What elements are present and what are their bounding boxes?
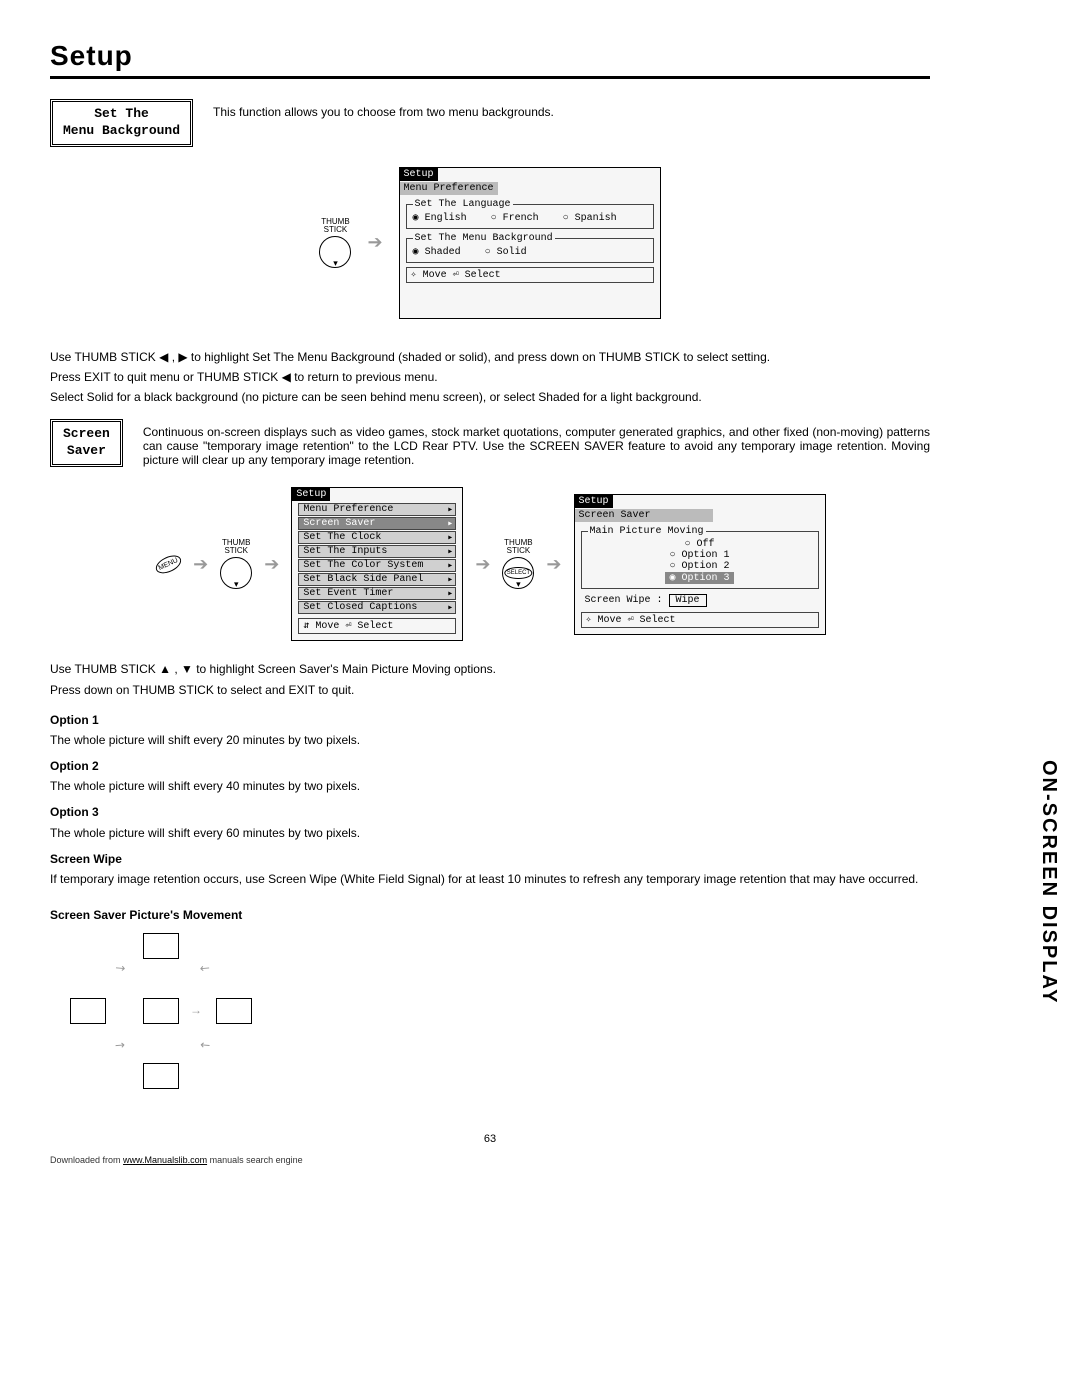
osd-hint: ✧ Move ⏎ Select	[406, 267, 654, 283]
menu-item: Menu Preference▸	[298, 503, 456, 516]
section-label-menu-bg: Set The Menu Background	[50, 99, 193, 147]
lang-english: ◉ English	[413, 213, 467, 224]
option1-heading: Option 1	[50, 712, 930, 728]
option3-heading: Option 3	[50, 804, 930, 820]
side-tab: ON-SCREEN DISPLAY	[1037, 760, 1060, 1004]
menu-button-icon: MENU	[153, 552, 183, 577]
osd-language-group: Set The Language ◉ English ○ French ○ Sp…	[406, 199, 654, 229]
footer-suffix: manuals search engine	[207, 1155, 303, 1165]
osd-subtitle: Menu Preference	[400, 182, 498, 195]
osd-mpm-legend: Main Picture Moving	[588, 526, 706, 537]
osd-setup-menu: Setup Menu Preference▸Screen Saver▸Set T…	[291, 487, 463, 641]
menu-item: Set Event Timer▸	[298, 587, 456, 600]
thumb-stick-select-icon: SELECT	[502, 557, 534, 589]
opt-3-selected: ◉ Option 3	[665, 572, 733, 584]
osd-main-picture-moving: Main Picture Moving ○ Off ○ Option 1 ○ O…	[581, 526, 819, 589]
osd-hint: ⇵ Move ⏎ Select	[298, 618, 456, 634]
menu-item: Set The Color System▸	[298, 559, 456, 572]
menu-item: Set Black Side Panel▸	[298, 573, 456, 586]
option2-heading: Option 2	[50, 758, 930, 774]
bg-solid: ○ Solid	[485, 247, 527, 258]
screen-wipe-label: Screen Wipe :	[585, 595, 663, 606]
section2-instrA: Use THUMB STICK ▲ , ▼ to highlight Scree…	[50, 661, 930, 677]
footer: Downloaded from www.Manualslib.com manua…	[50, 1155, 930, 1165]
lang-spanish: ○ Spanish	[563, 213, 617, 224]
osd-title: Setup	[575, 495, 613, 508]
option1-text: The whole picture will shift every 20 mi…	[50, 732, 930, 748]
section1-intro: This function allows you to choose from …	[213, 99, 930, 119]
footer-prefix: Downloaded from	[50, 1155, 123, 1165]
thumb-stick-icon	[319, 236, 351, 268]
osd-hint: ✧ Move ⏎ Select	[581, 612, 819, 628]
section1-instr2: Press EXIT to quit menu or THUMB STICK ◀…	[50, 369, 930, 385]
menu-item: Set Closed Captions▸	[298, 601, 456, 614]
screen-wipe-text: If temporary image retention occurs, use…	[50, 871, 930, 887]
page-number: 63	[50, 1133, 930, 1145]
thumb-stick-label: THUMB STICK	[502, 539, 534, 555]
arrow-right-icon: ➔	[264, 554, 279, 575]
osd-subtitle: Screen Saver	[575, 509, 713, 522]
section1-instr3: Select Solid for a black background (no …	[50, 389, 930, 405]
option3-text: The whole picture will shift every 60 mi…	[50, 825, 930, 841]
osd-background-group: Set The Menu Background ◉ Shaded ○ Solid	[406, 233, 654, 263]
osd-language-legend: Set The Language	[413, 199, 513, 210]
opt-off: ○ Off	[588, 539, 812, 550]
osd-screen-saver: Setup Screen Saver Main Picture Moving ○…	[574, 494, 826, 635]
menu-item: Set The Inputs▸	[298, 545, 456, 558]
thumb-stick-label: THUMB STICK	[319, 218, 351, 234]
footer-link[interactable]: www.Manualslib.com	[123, 1155, 207, 1165]
select-badge: SELECT	[505, 567, 532, 579]
movement-diagram: → ↘ ↙ ↗ ↖	[50, 933, 270, 1093]
osd-title: Setup	[292, 488, 330, 501]
screen-wipe-heading: Screen Wipe	[50, 851, 930, 867]
arrow-right-icon: ➔	[367, 232, 382, 253]
osd-title: Setup	[400, 168, 438, 181]
menu-item: Set The Clock▸	[298, 531, 456, 544]
bg-shaded: ◉ Shaded	[413, 247, 461, 258]
arrow-right-icon: ➔	[546, 554, 561, 575]
menu-item: Screen Saver▸	[298, 517, 456, 530]
section2-intro: Continuous on-screen displays such as vi…	[143, 419, 930, 467]
title-rule	[50, 76, 930, 79]
section1-instr1: Use THUMB STICK ◀ , ▶ to highlight Set T…	[50, 349, 930, 365]
osd-menu-background: Setup Menu Preference Set The Language ◉…	[399, 167, 661, 319]
opt-1: ○ Option 1	[588, 550, 812, 561]
page-title: Setup	[50, 40, 930, 72]
wipe-button: Wipe	[669, 594, 707, 607]
opt-2: ○ Option 2	[588, 561, 812, 572]
arrow-right-icon: ➔	[475, 554, 490, 575]
lang-french: ○ French	[491, 213, 539, 224]
section-label-screen-saver: Screen Saver	[50, 419, 123, 467]
section2-instrB: Press down on THUMB STICK to select and …	[50, 682, 930, 698]
thumb-stick-icon	[220, 557, 252, 589]
arrow-right-icon: ➔	[193, 554, 208, 575]
movement-heading: Screen Saver Picture's Movement	[50, 907, 930, 923]
osd-bg-legend: Set The Menu Background	[413, 233, 555, 244]
option2-text: The whole picture will shift every 40 mi…	[50, 778, 930, 794]
thumb-stick-label: THUMB STICK	[220, 539, 252, 555]
